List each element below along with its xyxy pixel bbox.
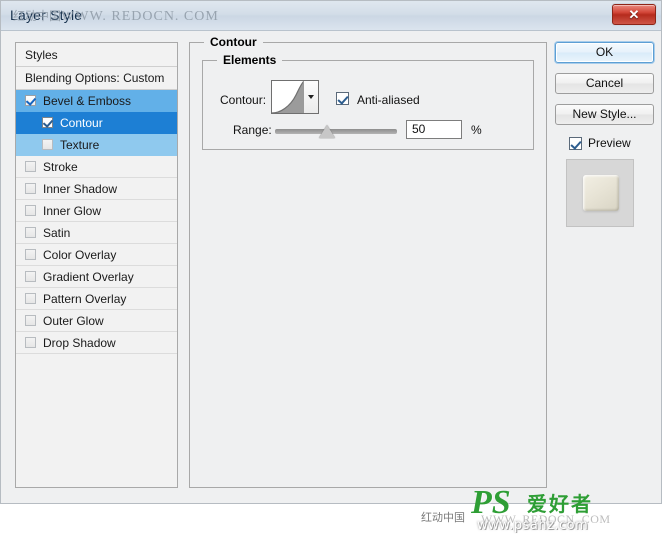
action-panel: OK Cancel New Style... Preview <box>555 42 655 227</box>
range-label: Range: <box>233 123 272 137</box>
styles-list-panel: Styles Blending Options: Custom Bevel & … <box>15 42 178 488</box>
sidebar-item-label: Bevel & Emboss <box>43 94 132 108</box>
checkbox-contour[interactable] <box>42 117 53 128</box>
contour-dropdown-button[interactable] <box>303 81 318 113</box>
psahz-logo: PS 爱好者 www.psahz.com <box>471 486 661 534</box>
sidebar-item-outer-glow[interactable]: Outer Glow <box>16 310 177 332</box>
sidebar-item-label: Contour <box>60 116 103 130</box>
sidebar-item-texture[interactable]: Texture <box>16 134 177 156</box>
sidebar-item-label: Stroke <box>43 160 78 174</box>
styles-header: Styles <box>16 43 177 67</box>
anti-aliased-checkbox[interactable] <box>336 92 349 105</box>
contour-preset-picker[interactable] <box>271 80 319 114</box>
sidebar-item-bevel-emboss[interactable]: Bevel & Emboss <box>16 90 177 112</box>
sidebar-item-inner-glow[interactable]: Inner Glow <box>16 200 177 222</box>
watermark-bottom-cn: 红动中国 <box>421 511 465 524</box>
sidebar-item-label: Satin <box>43 226 71 240</box>
elements-group-title: Elements <box>217 53 283 67</box>
checkbox-bevel-emboss[interactable] <box>25 95 36 106</box>
logo-cn-text: 爱好者 <box>527 492 593 516</box>
new-style-button[interactable]: New Style... <box>555 104 654 125</box>
sidebar-item-label: Inner Shadow <box>43 182 118 196</box>
checkbox-inner-glow[interactable] <box>25 205 36 216</box>
checkbox-satin[interactable] <box>25 227 36 238</box>
watermark-bottom-url: WWW. REDOCN. COM <box>481 512 611 526</box>
contour-field-label: Contour: <box>220 93 267 107</box>
elements-group-box: Elements Contour: Anti-aliased Range: 50… <box>202 53 534 150</box>
sidebar-item-label: Pattern Overlay <box>43 292 127 306</box>
range-slider-track[interactable] <box>275 129 397 134</box>
checkbox-color-overlay[interactable] <box>25 249 36 260</box>
sidebar-item-label: Inner Glow <box>43 204 102 218</box>
sidebar-item-label: Drop Shadow <box>43 336 116 350</box>
sidebar-item-label: Texture <box>60 138 100 152</box>
checkbox-gradient-overlay[interactable] <box>25 271 36 282</box>
sidebar-item-stroke[interactable]: Stroke <box>16 156 177 178</box>
window-title: Layer Style <box>10 7 83 23</box>
dialog-body: Styles Blending Options: Custom Bevel & … <box>1 31 661 533</box>
effects-list: Bevel & Emboss Contour Texture Stroke Inner … <box>16 90 177 354</box>
checkbox-drop-shadow[interactable] <box>25 337 36 348</box>
watermark-top-url: WWW. REDOCN. COM <box>61 9 219 24</box>
sidebar-item-label: Gradient Overlay <box>43 270 134 284</box>
logo-ps-text: PS <box>471 484 511 521</box>
blending-options-label: Blending Options: Custom <box>25 71 165 85</box>
ok-button[interactable]: OK <box>555 42 654 63</box>
sidebar-item-label: Color Overlay <box>43 248 117 262</box>
sidebar-item-drop-shadow[interactable]: Drop Shadow <box>16 332 177 354</box>
close-icon: ✕ <box>628 6 640 22</box>
close-button[interactable]: ✕ <box>612 4 656 25</box>
sidebar-item-contour[interactable]: Contour <box>16 112 177 134</box>
sidebar-item-inner-shadow[interactable]: Inner Shadow <box>16 178 177 200</box>
title-bar[interactable]: Layer Style 红动中国WWW. REDOCN. COM ✕ <box>1 1 661 31</box>
layer-style-dialog: Layer Style 红动中国WWW. REDOCN. COM ✕ Style… <box>0 0 662 533</box>
sidebar-item-label: Outer Glow <box>43 314 104 328</box>
style-preview-thumbnail <box>566 159 634 227</box>
sidebar-item-pattern-overlay[interactable]: Pattern Overlay <box>16 288 177 310</box>
preview-checkbox[interactable] <box>569 137 582 150</box>
preview-label: Preview <box>588 136 631 150</box>
range-value-input[interactable]: 50 <box>406 120 462 139</box>
checkbox-inner-shadow[interactable] <box>25 183 36 194</box>
preview-toggle[interactable]: Preview <box>569 135 655 153</box>
logo-url-text: www.psahz.com <box>477 518 589 533</box>
chevron-down-icon <box>308 95 315 99</box>
checkbox-texture[interactable] <box>42 139 53 150</box>
sidebar-item-satin[interactable]: Satin <box>16 222 177 244</box>
contour-group-box: Contour Elements Contour: Anti-aliased R… <box>189 35 547 488</box>
checkbox-stroke[interactable] <box>25 161 36 172</box>
range-percent-label: % <box>471 123 482 137</box>
preview-bevel-shape <box>583 175 619 211</box>
sidebar-item-color-overlay[interactable]: Color Overlay <box>16 244 177 266</box>
range-slider-thumb[interactable] <box>319 125 335 138</box>
anti-aliased-label: Anti-aliased <box>357 93 420 107</box>
contour-group-title: Contour <box>204 35 263 49</box>
sidebar-item-gradient-overlay[interactable]: Gradient Overlay <box>16 266 177 288</box>
checkbox-pattern-overlay[interactable] <box>25 293 36 304</box>
contour-curve-thumbnail <box>272 81 304 113</box>
cancel-button[interactable]: Cancel <box>555 73 654 94</box>
checkbox-outer-glow[interactable] <box>25 315 36 326</box>
blending-options-row[interactable]: Blending Options: Custom <box>16 67 177 90</box>
